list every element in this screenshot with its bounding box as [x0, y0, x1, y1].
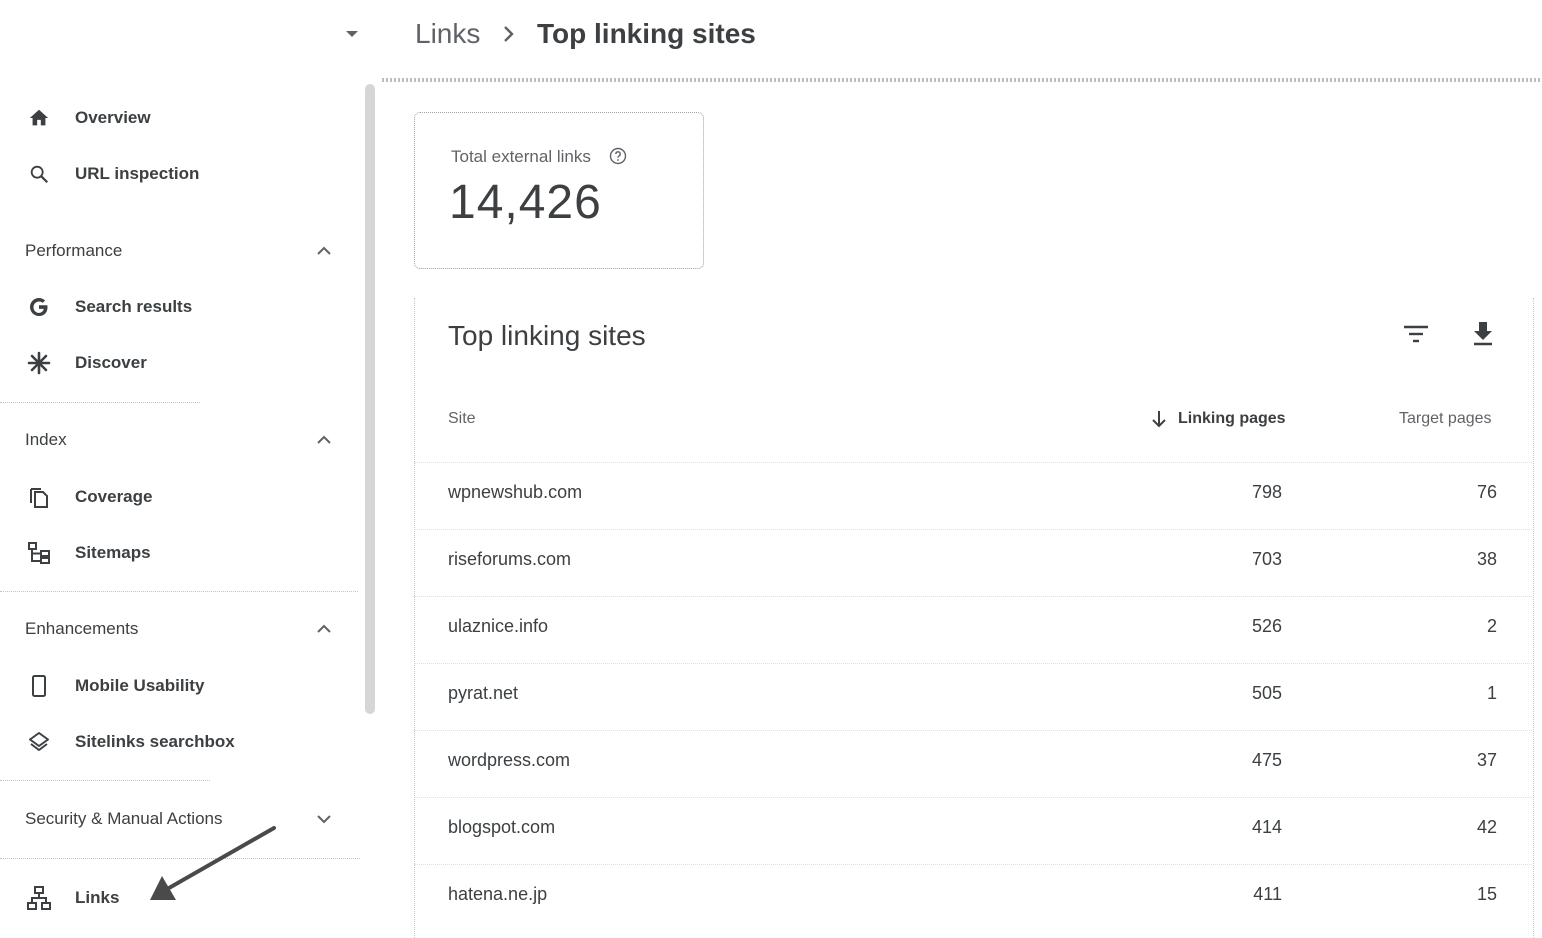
sidebar-item-coverage[interactable]: Coverage	[0, 475, 340, 519]
sidebar-item-url-inspection[interactable]: URL inspection	[0, 152, 340, 196]
table-cell-site: pyrat.net	[448, 683, 519, 703]
divider	[0, 591, 358, 592]
table-cell-linking-pages: 798	[1251, 482, 1282, 502]
sort-descending-icon[interactable]	[1150, 409, 1168, 429]
sidebar-item-label: Mobile Usability	[75, 676, 205, 695]
table-cell-linking-pages: 526	[1251, 616, 1282, 636]
sidebar-item-search-results[interactable]: Search results	[0, 285, 340, 329]
table-cell-target-pages: 37	[1476, 750, 1497, 770]
asterisk-icon	[26, 350, 52, 376]
annotation-arrow-icon	[150, 826, 276, 900]
section-header-index[interactable]: Index	[0, 422, 340, 458]
table-cell-site: riseforums.com	[448, 549, 572, 569]
table-cell-target-pages: 1	[1486, 683, 1497, 703]
sidebar-item-overview[interactable]: Overview	[0, 96, 340, 140]
chevron-up-icon[interactable]	[312, 428, 336, 452]
table-cell-site: blogspot.com	[448, 817, 556, 837]
column-header-linking-pages[interactable]: Linking pages	[1178, 410, 1286, 428]
row-divider	[414, 596, 1532, 597]
chevron-up-icon[interactable]	[312, 617, 336, 641]
sidebar-scrollbar[interactable]	[365, 84, 375, 714]
sitemap-icon	[26, 540, 52, 566]
page-header: Links Top linking sites	[378, 0, 1542, 78]
row-divider	[414, 730, 1532, 731]
sidebar-item-label: Search results	[75, 297, 193, 316]
section-header-enhancements[interactable]: Enhancements	[0, 611, 340, 647]
table-cell-target-pages: 2	[1486, 616, 1497, 636]
section-title: Enhancements	[25, 619, 139, 638]
home-icon	[26, 105, 52, 131]
divider	[0, 780, 210, 781]
column-header-site[interactable]: Site	[448, 410, 476, 428]
row-divider	[414, 797, 1532, 798]
row-divider	[414, 663, 1532, 664]
section-title: Performance	[25, 241, 123, 260]
layers-icon	[26, 729, 52, 755]
table-cell-site: hatena.ne.jp	[448, 884, 548, 904]
table-cell-target-pages: 15	[1476, 884, 1497, 904]
row-divider	[414, 864, 1532, 865]
table-cell-target-pages: 76	[1476, 482, 1497, 502]
copy-pages-icon	[26, 484, 52, 510]
top-linking-sites-card	[414, 298, 1534, 938]
sidebar-item-mobile-usability[interactable]: Mobile Usability	[0, 664, 340, 708]
table-cell-site: ulaznice.info	[448, 616, 549, 636]
stat-label: Total external links	[451, 147, 591, 166]
table-cell-target-pages: 38	[1476, 549, 1497, 569]
table-cell-linking-pages: 414	[1251, 817, 1282, 837]
phone-icon	[26, 673, 52, 699]
header-divider	[382, 78, 1542, 82]
help-icon[interactable]	[609, 147, 627, 165]
sidebar-item-label: Discover	[75, 353, 147, 372]
sidebar-item-sitelinks-searchbox[interactable]: Sitelinks searchbox	[0, 720, 340, 764]
download-icon[interactable]	[1465, 315, 1501, 351]
table-cell-linking-pages: 411	[1253, 884, 1282, 904]
sidebar-item-label: Coverage	[75, 487, 153, 506]
column-header-target-pages[interactable]: Target pages	[1399, 410, 1492, 428]
sidebar-item-discover[interactable]: Discover	[0, 341, 340, 385]
google-g-icon	[26, 294, 52, 320]
page-title: Top linking sites	[537, 18, 756, 49]
sidebar-item-label: Sitemaps	[75, 543, 151, 562]
table-cell-linking-pages: 703	[1251, 549, 1282, 569]
section-title: Index	[25, 430, 67, 449]
search-icon	[26, 161, 52, 187]
section-header-performance[interactable]: Performance	[0, 233, 340, 269]
links-network-icon	[26, 885, 52, 911]
table-cell-target-pages: 42	[1476, 817, 1497, 837]
table-title: Top linking sites	[448, 320, 646, 351]
sidebar-item-sitemaps[interactable]: Sitemaps	[0, 531, 340, 575]
filter-icon[interactable]	[1398, 316, 1434, 352]
sidebar-item-label: Sitelinks searchbox	[75, 732, 235, 751]
sidebar-item-label: URL inspection	[75, 164, 200, 183]
chevron-down-icon[interactable]	[312, 807, 336, 831]
sidebar: Overview URL inspection Performance Sear…	[0, 0, 378, 929]
total-external-links-card: Total external links 14,426	[414, 112, 704, 269]
table-cell-site: wordpress.com	[448, 750, 571, 770]
row-divider	[414, 529, 1532, 530]
table-cell-site: wpnewshub.com	[448, 482, 583, 502]
chevron-right-icon	[498, 22, 520, 46]
divider	[0, 402, 200, 403]
row-divider	[414, 462, 1532, 463]
chevron-up-icon[interactable]	[312, 239, 336, 263]
property-dropdown-caret-icon[interactable]	[340, 22, 364, 46]
table-cell-linking-pages: 475	[1251, 750, 1282, 770]
table-cell-linking-pages: 505	[1251, 683, 1282, 703]
breadcrumb-links[interactable]: Links	[415, 18, 480, 50]
sidebar-item-label: Overview	[75, 108, 151, 127]
sidebar-item-label: Links	[75, 888, 120, 907]
stat-value: 14,426	[449, 176, 602, 229]
